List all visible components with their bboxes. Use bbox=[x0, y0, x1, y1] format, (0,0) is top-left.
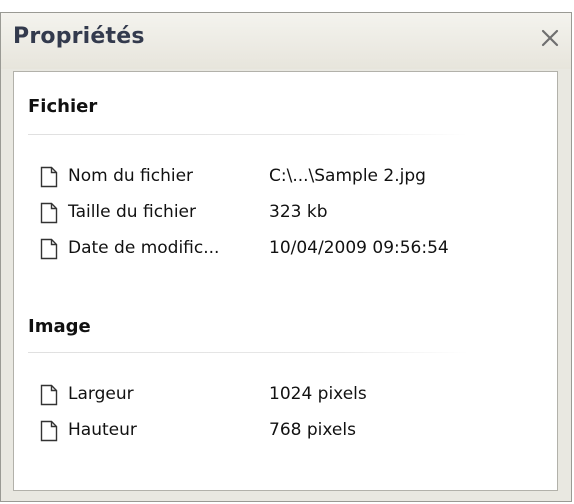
property-value: 1024 pixels bbox=[269, 384, 367, 404]
file-icon bbox=[40, 238, 58, 260]
close-icon[interactable] bbox=[535, 23, 565, 53]
property-label: Taille du fichier bbox=[68, 202, 196, 222]
file-icon bbox=[40, 202, 58, 224]
section-header-file: Fichier bbox=[28, 96, 98, 117]
file-icon bbox=[40, 420, 58, 442]
property-value: 768 pixels bbox=[269, 420, 356, 440]
section-divider bbox=[28, 134, 468, 135]
property-value: 10/04/2009 09:56:54 bbox=[269, 238, 449, 258]
property-row: Hauteur 768 pixels bbox=[40, 418, 540, 448]
property-row: Largeur 1024 pixels bbox=[40, 382, 540, 412]
file-icon bbox=[40, 166, 58, 188]
panel-title-bar: Propriétés bbox=[1, 13, 571, 69]
property-label: Date de modific... bbox=[68, 238, 220, 258]
panel-title: Propriétés bbox=[13, 24, 145, 49]
property-row: Nom du fichier C:\...\Sample 2.jpg bbox=[40, 164, 540, 194]
properties-content: Fichier Nom du fichier C:\...\Sample 2.j… bbox=[13, 71, 558, 491]
property-label: Largeur bbox=[68, 384, 134, 404]
properties-panel: Propriétés Fichier Nom du fichier C:\...… bbox=[0, 12, 572, 502]
property-row: Taille du fichier 323 kb bbox=[40, 200, 540, 230]
property-label: Hauteur bbox=[68, 420, 137, 440]
file-icon bbox=[40, 384, 58, 406]
section-divider bbox=[28, 352, 468, 353]
property-value: 323 kb bbox=[269, 202, 328, 222]
property-row: Date de modific... 10/04/2009 09:56:54 bbox=[40, 236, 540, 266]
property-label: Nom du fichier bbox=[68, 166, 194, 186]
property-value: C:\...\Sample 2.jpg bbox=[269, 166, 426, 186]
section-header-image: Image bbox=[28, 316, 91, 337]
